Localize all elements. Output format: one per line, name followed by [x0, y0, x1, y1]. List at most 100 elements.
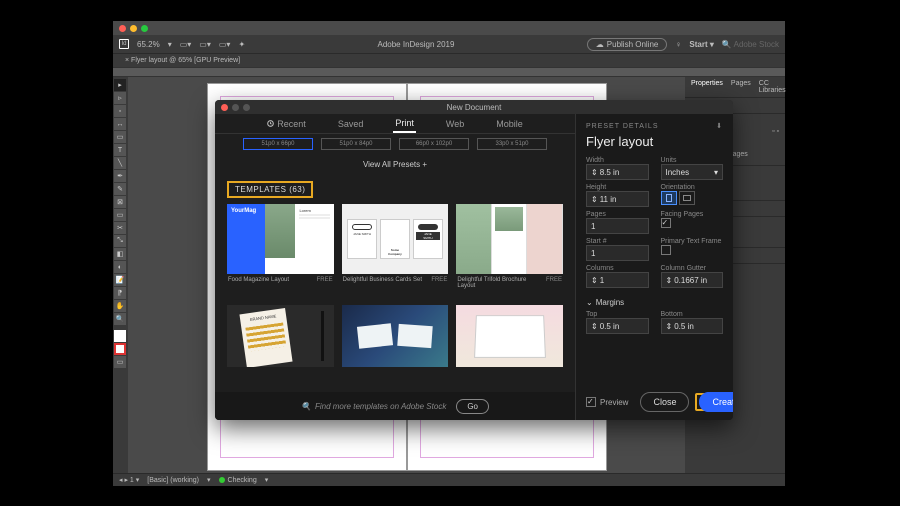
scissors-tool[interactable]: ✂ — [114, 222, 126, 234]
help-icon[interactable]: ♀ — [675, 40, 681, 49]
tab-saved[interactable]: Saved — [336, 114, 366, 133]
orientation-landscape[interactable] — [679, 191, 695, 205]
margins-header[interactable]: ⌄Margins — [586, 298, 723, 307]
go-button[interactable]: Go — [456, 399, 489, 414]
start-label: Start # — [586, 238, 649, 245]
bottom-input[interactable]: ⇕0.5 in — [661, 318, 724, 334]
gpu-preview-icon[interactable]: ✦ — [238, 40, 245, 49]
columns-input[interactable]: ⇕1 — [586, 272, 649, 288]
window-minimize[interactable] — [130, 25, 137, 32]
hand-tool[interactable]: ✋ — [114, 300, 126, 312]
page-tool[interactable]: ▫ — [114, 105, 126, 117]
zoom-tool[interactable]: 🔍 — [114, 313, 126, 325]
template-thumb-5 — [342, 305, 449, 367]
chevron-down-icon: ⌄ — [586, 298, 593, 307]
view-options-icon[interactable]: ▭▾ — [180, 40, 192, 49]
preset-name-input[interactable]: Flyer layout — [586, 134, 723, 149]
selection-tool[interactable]: ▸ — [114, 79, 126, 91]
intent-tabs: Recent Saved Print Web Mobile — [215, 114, 575, 134]
orientation-portrait[interactable] — [661, 191, 677, 205]
note-tool[interactable]: 📝 — [114, 274, 126, 286]
gradient-feather-tool[interactable]: ◐ — [114, 261, 126, 273]
template-card-3[interactable]: Delightful Trifold Brochure LayoutFREE — [456, 204, 563, 289]
template-search-input[interactable]: 🔍 Find more templates on Adobe Stock — [301, 402, 446, 411]
rectangle-frame-tool[interactable]: ⊠ — [114, 196, 126, 208]
content-collector-tool[interactable]: ▭ — [114, 131, 126, 143]
preview-checkbox[interactable]: Preview — [586, 397, 628, 407]
template-card-5[interactable] — [342, 305, 449, 367]
start-input[interactable]: 1 — [586, 245, 649, 261]
template-grid: YourMag Lorem Food Magazine LayoutFREE J… — [215, 204, 575, 367]
mac-titlebar — [113, 21, 785, 35]
document-tab[interactable]: × Flyer layout @ 65% [GPU Preview] — [119, 57, 240, 64]
tab-mobile[interactable]: Mobile — [494, 114, 525, 133]
columns-label: Columns — [586, 265, 649, 272]
tab-recent[interactable]: Recent — [265, 114, 308, 133]
publish-online-button[interactable]: ☁ Publish Online — [587, 38, 668, 51]
fill-swatch[interactable] — [114, 343, 126, 355]
gutter-label: Column Gutter — [661, 265, 724, 272]
start-button[interactable]: Start ▾ — [689, 40, 713, 49]
view-all-presets-link[interactable]: View All Presets + — [215, 160, 575, 169]
tab-pages[interactable]: Pages — [729, 79, 753, 95]
template-name-3: Delightful Trifold Brochure Layout — [457, 277, 546, 289]
free-transform-tool[interactable]: ⤡ — [114, 235, 126, 247]
arrange-icon[interactable]: ▭▾ — [219, 40, 231, 49]
window-maximize[interactable] — [141, 25, 148, 32]
close-button[interactable]: Close — [640, 392, 689, 412]
panel-tabs[interactable]: Properties Pages CC Libraries — [685, 77, 785, 98]
units-select[interactable]: Inches▾ — [661, 164, 724, 180]
tab-print[interactable]: Print — [393, 114, 416, 133]
preset-details-pane: PRESET DETAILS ⬇ Flyer layout Width ⇕8.5… — [575, 114, 733, 420]
create-button[interactable]: Create — [699, 392, 733, 412]
tab-properties[interactable]: Properties — [689, 79, 725, 95]
facing-pages-check[interactable] — [661, 218, 671, 228]
top-input[interactable]: ⇕0.5 in — [586, 318, 649, 334]
horizontal-ruler — [113, 67, 785, 77]
preset-3[interactable]: 66p0 x 102p0 — [399, 138, 469, 150]
save-preset-icon[interactable]: ⬇ — [716, 122, 723, 130]
pen-tool[interactable]: ✒ — [114, 170, 126, 182]
pages-input[interactable]: 1 — [586, 218, 649, 234]
template-thumb-1: YourMag Lorem — [227, 204, 334, 274]
ptf-check[interactable] — [661, 245, 671, 255]
template-card-4[interactable] — [227, 305, 334, 367]
height-input[interactable]: ⇕11 in — [586, 191, 649, 207]
units-label: Units — [661, 157, 724, 164]
search-field[interactable]: 🔍 Adobe Stock — [722, 40, 779, 49]
template-card-6[interactable] — [456, 305, 563, 367]
template-card-1[interactable]: YourMag Lorem Food Magazine LayoutFREE — [227, 204, 334, 289]
templates-header-highlight: TEMPLATES (63) — [227, 181, 313, 198]
type-tool[interactable]: T — [114, 144, 126, 156]
template-name-2: Delightful Business Cards Set — [343, 277, 422, 283]
create-button-highlight: Create — [695, 393, 733, 411]
line-tool[interactable]: ╲ — [114, 157, 126, 169]
gradient-swatch-tool[interactable]: ◧ — [114, 248, 126, 260]
direct-selection-tool[interactable]: ▹ — [114, 92, 126, 104]
fill-stroke-swap[interactable] — [114, 330, 126, 342]
gap-tool[interactable]: ↔ — [114, 118, 126, 130]
preset-1[interactable]: 51p0 x 66p0 — [243, 138, 313, 150]
view-mode-toggle[interactable]: ▭ — [114, 356, 126, 368]
width-input[interactable]: ⇕8.5 in — [586, 164, 649, 180]
window-close[interactable] — [119, 25, 126, 32]
eyedropper-tool[interactable]: ⁋ — [114, 287, 126, 299]
tab-cc-libraries[interactable]: CC Libraries — [757, 79, 788, 95]
pages-label: Pages — [586, 211, 649, 218]
workspace-dropdown[interactable]: [Basic] (working) — [147, 477, 199, 484]
preset-2[interactable]: 51p0 x 84p0 — [321, 138, 391, 150]
template-price-3: FREE — [546, 277, 562, 289]
rectangle-tool[interactable]: ▭ — [114, 209, 126, 221]
tab-web[interactable]: Web — [444, 114, 466, 133]
screen-mode-icon[interactable]: ▭▾ — [199, 40, 211, 49]
page-navigator[interactable]: ◂ ▸ 1 ▾ — [119, 476, 139, 484]
gutter-input[interactable]: ⇕0.1667 in — [661, 272, 724, 288]
preflight-status[interactable]: Checking — [219, 477, 257, 484]
zoom-dropdown[interactable]: 65.2% — [137, 40, 160, 49]
pencil-tool[interactable]: ✎ — [114, 183, 126, 195]
landscape-icon — [683, 195, 691, 201]
dialog-titlebar: New Document — [215, 100, 733, 114]
template-card-2[interactable]: JANE SMITH SomeCompany JANESMITH Delight… — [342, 204, 449, 289]
preset-4[interactable]: 33p0 x 51p0 — [477, 138, 547, 150]
template-search-bar: 🔍 Find more templates on Adobe Stock Go — [215, 392, 575, 420]
